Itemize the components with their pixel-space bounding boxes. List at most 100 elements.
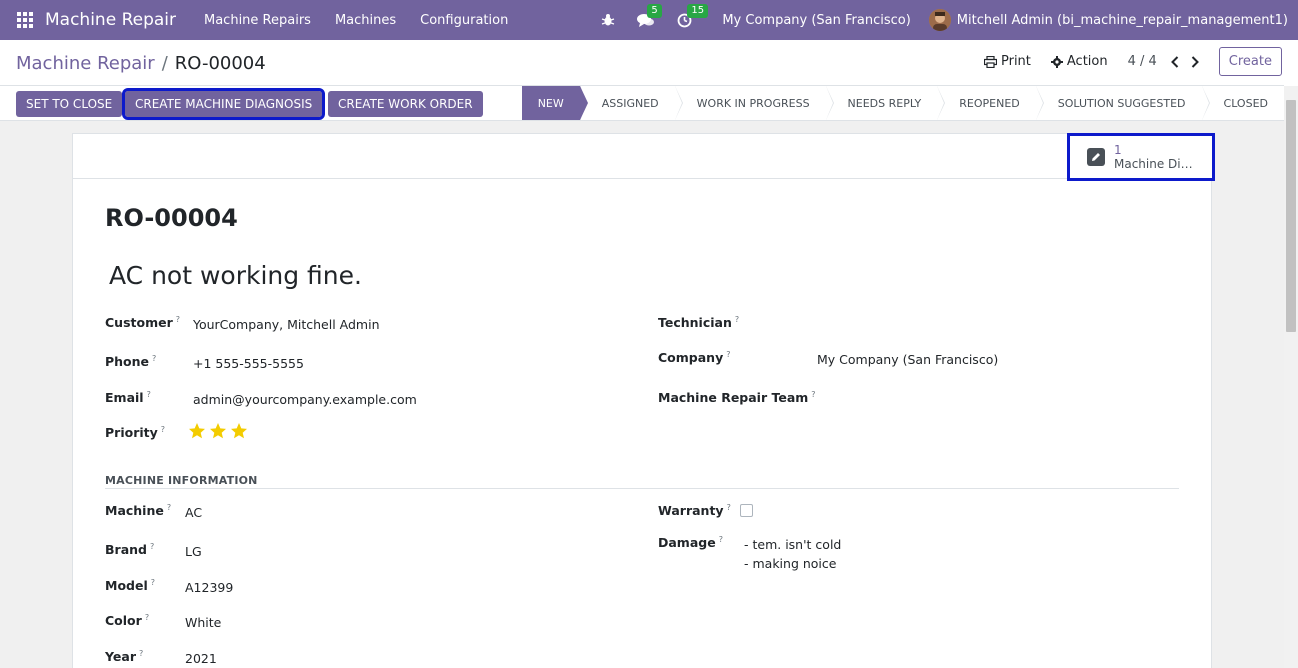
activity-clock-icon[interactable]: 15 [677, 3, 709, 28]
pager-previous-icon[interactable] [1167, 55, 1183, 68]
customer-label: Customer? [105, 315, 180, 331]
star-icon[interactable] [209, 422, 227, 440]
chat-icon[interactable]: 5 [637, 3, 662, 28]
repair-team-label: Machine Repair Team? [658, 390, 816, 406]
breadcrumb-current: RO-00004 [174, 53, 266, 74]
repair-team-field: Machine Repair Team? [658, 390, 816, 405]
stage-needs-reply[interactable]: NEEDS REPLY [825, 86, 945, 120]
menu-machine-repairs[interactable]: Machine Repairs [204, 13, 311, 28]
help-tooltip-icon: ? [144, 613, 150, 622]
statusbar: SET TO CLOSE CREATE MACHINE DIAGNOSIS CR… [0, 85, 1284, 121]
stage-solution-suggested[interactable]: SOLUTION SUGGESTED [1035, 86, 1210, 120]
create-machine-diagnosis-button[interactable]: CREATE MACHINE DIAGNOSIS [121, 88, 326, 120]
star-icon[interactable] [188, 422, 206, 440]
pager-next-icon[interactable] [1187, 55, 1203, 68]
chat-count-badge: 5 [647, 3, 662, 18]
help-tooltip-icon: ? [726, 350, 731, 359]
menu-configuration[interactable]: Configuration [420, 13, 508, 28]
year-value[interactable]: 2021 [185, 651, 217, 666]
email-label: Email? [105, 390, 151, 406]
smart-button-label: Machine Di… [1114, 157, 1193, 171]
action-button[interactable]: Action [1050, 54, 1108, 69]
action-label: Action [1066, 54, 1108, 69]
color-label: Color? [105, 613, 150, 629]
section-divider [105, 488, 1179, 489]
phone-field: Phone? [105, 354, 156, 369]
priority-field: Priority? [105, 425, 165, 440]
damage-field: Damage? [658, 535, 723, 550]
company-label: Company? [658, 350, 731, 366]
company-switcher[interactable]: My Company (San Francisco) [722, 13, 910, 28]
model-value[interactable]: A12399 [185, 580, 233, 595]
stage-reopened[interactable]: REOPENED [937, 86, 1045, 120]
user-avatar[interactable] [928, 9, 951, 31]
phone-value[interactable]: +1 555-555-5555 [193, 356, 304, 371]
stage-new[interactable]: NEW [521, 86, 588, 120]
print-button[interactable]: Print [983, 54, 1031, 69]
record-title[interactable]: AC not working fine. [109, 261, 362, 290]
activity-count-badge: 15 [687, 3, 709, 18]
damage-line[interactable]: - making noice [744, 556, 836, 571]
record-reference: RO-00004 [105, 204, 238, 232]
stage-assigned[interactable]: ASSIGNED [579, 86, 683, 120]
technician-field: Technician? [658, 315, 739, 330]
brand-field: Brand? [105, 542, 154, 557]
machine-label: Machine? [105, 503, 172, 519]
scrollbar-thumb[interactable] [1286, 100, 1296, 332]
stage-closed[interactable]: CLOSED [1201, 86, 1284, 120]
customer-field: Customer? [105, 315, 180, 330]
company-field: Company? [658, 350, 730, 365]
help-tooltip-icon: ? [734, 315, 740, 324]
year-label: Year? [105, 649, 144, 665]
color-value[interactable]: White [185, 615, 221, 630]
print-icon [983, 55, 997, 68]
stage-pipeline: NEW ASSIGNED WORK IN PROGRESS NEEDS REPL… [521, 86, 1284, 120]
brand-value[interactable]: LG [185, 544, 202, 559]
form-sheet: 1 Machine Di… RO-00004 AC not working fi… [72, 133, 1215, 668]
create-button[interactable]: Create [1218, 47, 1282, 76]
machine-value[interactable]: AC [185, 505, 202, 520]
color-field: Color? [105, 613, 149, 628]
email-value[interactable]: admin@yourcompany.example.com [193, 392, 417, 407]
machine-diagnosis-smart-button[interactable]: 1 Machine Di… [1067, 133, 1215, 181]
print-label: Print [1000, 54, 1031, 69]
stage-work-in-progress[interactable]: WORK IN PROGRESS [674, 86, 834, 120]
gear-icon [1050, 55, 1063, 68]
debug-bug-icon[interactable] [601, 13, 615, 27]
phone-label: Phone? [105, 354, 157, 370]
help-tooltip-icon: ? [726, 503, 731, 512]
warranty-checkbox[interactable] [740, 504, 753, 517]
create-work-order-button[interactable]: CREATE WORK ORDER [328, 91, 483, 117]
page-scrollbar[interactable] [1284, 86, 1298, 668]
pencil-square-icon [1087, 148, 1105, 166]
technician-label: Technician? [658, 315, 740, 331]
customer-value[interactable]: YourCompany, Mitchell Admin [193, 317, 380, 332]
machine-field: Machine? [105, 503, 171, 518]
smart-button-box: 1 Machine Di… [73, 133, 1215, 181]
damage-line[interactable]: - tem. isn't cold [744, 537, 841, 552]
breadcrumb-separator: / [161, 53, 168, 74]
user-menu[interactable]: Mitchell Admin (bi_machine_repair_manage… [957, 13, 1288, 28]
top-navbar: Machine Repair Machine Repairs Machines … [0, 0, 1298, 40]
smart-button-count: 1 [1114, 143, 1122, 157]
help-tooltip-icon: ? [138, 649, 144, 658]
apps-grid-icon[interactable] [17, 12, 33, 28]
warranty-label: Warranty? [658, 503, 731, 519]
help-tooltip-icon: ? [146, 390, 151, 399]
help-tooltip-icon: ? [175, 315, 180, 324]
app-brand[interactable]: Machine Repair [45, 10, 176, 30]
help-tooltip-icon: ? [152, 354, 157, 363]
pager-value[interactable]: 4 / 4 [1128, 54, 1157, 69]
menu-machines[interactable]: Machines [335, 13, 396, 28]
set-to-close-button[interactable]: SET TO CLOSE [16, 91, 123, 117]
company-value[interactable]: My Company (San Francisco) [817, 352, 998, 367]
machine-information-heading: MACHINE INFORMATION [105, 474, 258, 487]
star-icon[interactable] [230, 422, 248, 440]
breadcrumb-parent[interactable]: Machine Repair [16, 53, 155, 74]
priority-label: Priority? [105, 425, 166, 441]
damage-label: Damage? [658, 535, 723, 551]
help-tooltip-icon: ? [811, 390, 816, 399]
year-field: Year? [105, 649, 143, 664]
warranty-field: Warranty? [658, 503, 731, 518]
help-tooltip-icon: ? [149, 542, 155, 551]
